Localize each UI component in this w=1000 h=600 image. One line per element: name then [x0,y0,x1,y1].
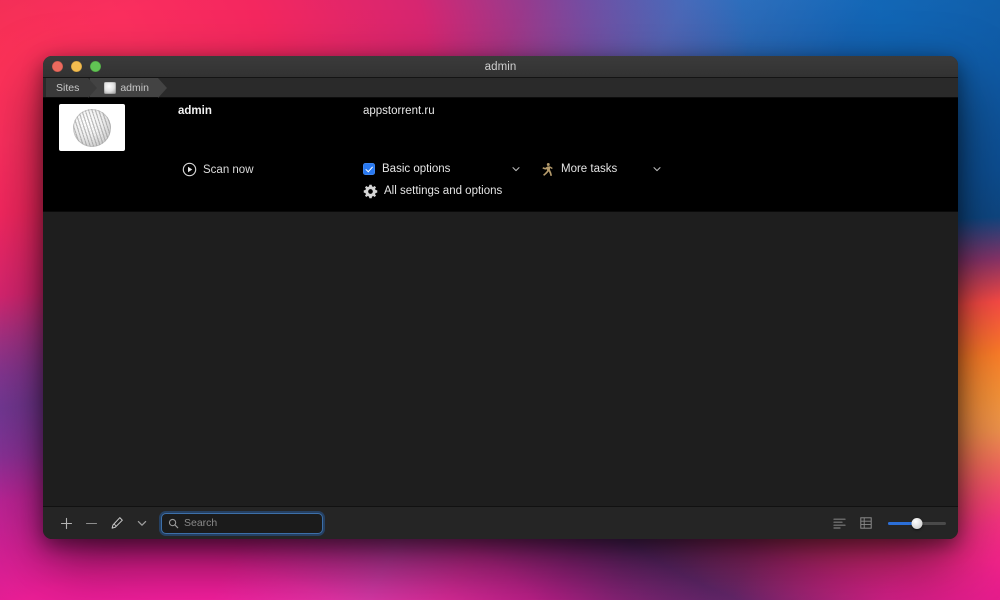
breadcrumb-item-sites[interactable]: Sites [46,78,88,97]
scan-now-button[interactable]: Scan now [182,162,254,177]
window-titlebar[interactable]: admin [43,56,958,78]
content-list-area[interactable] [43,212,958,506]
basic-options-checkbox[interactable] [363,163,375,175]
more-tasks-button[interactable]: More tasks [539,160,664,178]
search-placeholder: Search [184,517,217,529]
traffic-lights [43,61,101,72]
minimize-button[interactable] [71,61,82,72]
search-input[interactable]: Search [162,514,322,533]
remove-button[interactable] [79,512,104,534]
app-window: admin Sites admin admin appstorrent.ru [43,56,958,539]
slider-knob[interactable] [912,518,923,529]
more-tasks-label: More tasks [561,163,617,175]
size-slider[interactable] [888,516,946,530]
play-circle-icon [182,162,197,177]
document-host: appstorrent.ru [363,105,435,117]
document-name: admin [178,105,212,117]
document-header-panel: admin appstorrent.ru Scan now Basic opti… [43,98,958,212]
close-button[interactable] [52,61,63,72]
scan-now-label: Scan now [203,164,254,176]
site-globe-thumbnail[interactable] [59,104,125,151]
site-icon [104,82,116,94]
window-title: admin [43,61,958,73]
chevron-down-icon[interactable] [509,162,523,176]
grid-view-icon[interactable] [858,515,874,531]
breadcrumb: Sites admin [43,78,958,98]
edit-button[interactable] [104,512,129,534]
add-button[interactable] [54,512,79,534]
all-settings-button[interactable]: All settings and options [363,182,523,200]
zoom-button[interactable] [90,61,101,72]
list-view-icon[interactable] [832,515,848,531]
running-person-icon [539,162,554,177]
options-column: Basic options All settings and [363,160,523,200]
more-tasks-column: More tasks [539,160,664,178]
more-actions-button[interactable] [129,512,154,534]
gear-icon [363,184,378,199]
desktop-wallpaper: admin Sites admin admin appstorrent.ru [0,0,1000,600]
globe-icon [73,109,111,147]
breadcrumb-item-admin[interactable]: admin [90,78,158,97]
breadcrumb-label-sites: Sites [56,82,79,94]
view-controls [832,515,946,531]
search-icon [168,518,179,529]
basic-options-label: Basic options [382,163,450,175]
bottom-toolbar: Search [43,506,958,539]
basic-options-row[interactable]: Basic options [363,160,523,178]
breadcrumb-label-admin: admin [120,82,149,94]
chevron-down-icon[interactable] [650,162,664,176]
all-settings-label: All settings and options [384,185,502,197]
